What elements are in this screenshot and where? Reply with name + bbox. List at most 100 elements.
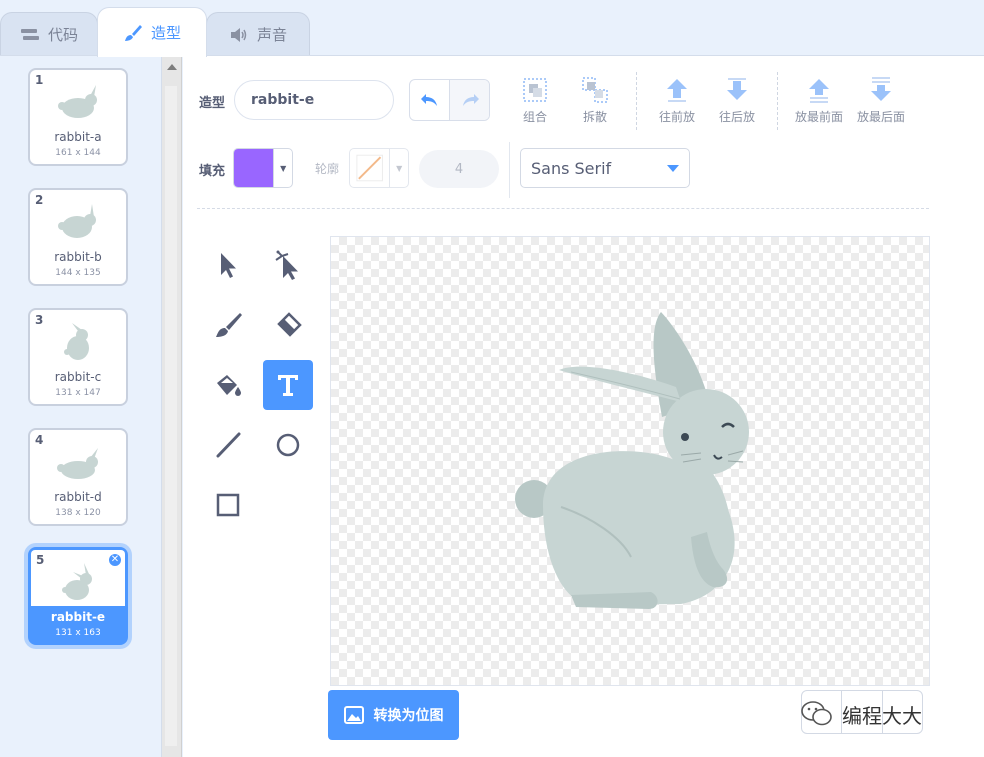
front-button[interactable]: 放最前面 — [789, 76, 849, 125]
editor-tab-bar: 代码 造型 声音 — [0, 0, 984, 57]
group-icon — [523, 78, 547, 102]
fill-label: 填充 — [199, 164, 226, 179]
undo-redo-group — [409, 79, 490, 121]
outline-color-picker[interactable]: ▼ — [349, 148, 409, 188]
costume-size: 131 x 147 — [55, 388, 101, 398]
costume-number: 2 — [35, 193, 44, 207]
costume-number: 1 — [35, 73, 44, 87]
reshape-icon — [275, 250, 298, 280]
paintbrush-icon — [124, 24, 142, 41]
fill-tool[interactable] — [203, 360, 253, 410]
costume-list: 1 rabbit-a 161 x 144 2 rabbit-b 144 x 13… — [0, 56, 162, 757]
reshape-tool[interactable] — [263, 240, 313, 290]
ungroup-icon — [582, 77, 608, 103]
backward-icon — [727, 78, 747, 100]
costume-number: 4 — [35, 433, 44, 447]
costume-item[interactable]: 4 rabbit-d 138 x 120 — [28, 428, 128, 526]
toolbar-separator — [777, 72, 778, 130]
send-to-back-icon — [871, 77, 891, 101]
costume-item[interactable]: 1 rabbit-a 161 x 144 — [28, 68, 128, 166]
costume-name: rabbit-d — [54, 490, 102, 504]
tab-sound-label: 声音 — [256, 26, 287, 44]
costume-size: 138 x 120 — [55, 508, 101, 518]
costume-name-input[interactable] — [234, 80, 394, 120]
speaker-icon — [230, 27, 247, 42]
costume-item[interactable]: 3 rabbit-c 131 x 147 — [28, 308, 128, 406]
text-tool[interactable] — [263, 360, 313, 410]
outline-dropdown-icon[interactable]: ▼ — [389, 149, 408, 187]
costume-number: 5 — [36, 553, 45, 567]
costume-item-selected[interactable]: 5 ✕ rabbit-e 131 x 163 — [28, 547, 128, 645]
back-button[interactable]: 放最后面 — [851, 76, 911, 125]
costume-name: rabbit-b — [54, 250, 102, 264]
paint-bucket-icon — [217, 375, 241, 396]
paint-editor: 造型 组合 拆散 — [183, 56, 984, 757]
outline-label: 轮廓 — [315, 162, 340, 176]
backward-button[interactable]: 往后放 — [707, 76, 767, 125]
group-button[interactable]: 组合 — [505, 76, 565, 125]
code-blocks-icon — [20, 28, 39, 40]
toolbar-divider — [197, 208, 929, 209]
line-icon — [216, 432, 241, 458]
rabbit-thumbnail-icon — [57, 448, 98, 479]
paint-canvas[interactable] — [330, 236, 930, 686]
line-tool[interactable] — [203, 420, 253, 470]
fill-dropdown-icon[interactable]: ▼ — [273, 149, 292, 187]
dropdown-caret-icon — [667, 164, 679, 172]
back-label: 放最后面 — [856, 110, 905, 124]
costume-name-label: 造型 — [199, 96, 226, 111]
bitmap-image-icon — [343, 706, 364, 724]
backward-label: 往后放 — [718, 110, 755, 124]
scroll-thumb[interactable] — [165, 86, 177, 746]
rabbit-thumbnail-icon — [58, 85, 97, 118]
watermark-text: 编程大大 — [842, 703, 922, 728]
stroke-width-input[interactable]: 4 — [419, 150, 499, 188]
font-dropdown[interactable]: Sans Serif — [520, 148, 690, 188]
forward-icon — [667, 79, 687, 102]
rabbit-thumbnail-icon — [64, 323, 89, 360]
ungroup-button[interactable]: 拆散 — [565, 76, 625, 125]
eraser-icon — [277, 312, 302, 337]
tab-code-label: 代码 — [47, 26, 78, 44]
tab-sound[interactable]: 声音 — [206, 12, 310, 56]
rectangle-tool[interactable] — [203, 480, 253, 530]
tab-code[interactable]: 代码 — [0, 12, 98, 56]
rectangle-icon — [216, 493, 240, 517]
undo-button[interactable] — [410, 80, 450, 120]
redo-button[interactable] — [450, 80, 489, 120]
font-name: Sans Serif — [531, 158, 612, 178]
costume-item[interactable]: 2 rabbit-b 144 x 135 — [28, 188, 128, 286]
costume-name: rabbit-e — [50, 610, 106, 624]
costume-size: 144 x 135 — [55, 268, 101, 278]
forward-label: 往前放 — [658, 110, 695, 124]
forward-button[interactable]: 往前放 — [647, 76, 707, 125]
delete-costume-icon[interactable]: ✕ — [107, 552, 123, 568]
toolbar-separator — [636, 72, 637, 130]
fill-color-picker[interactable]: ▼ — [233, 148, 293, 188]
undo-icon — [420, 94, 437, 106]
convert-to-bitmap-button[interactable]: 转换为位图 — [328, 690, 459, 740]
costume-size: 131 x 163 — [55, 628, 101, 638]
costume-name: rabbit-c — [54, 370, 102, 384]
convert-to-bitmap-label: 转换为位图 — [373, 708, 444, 724]
eraser-tool[interactable] — [263, 300, 313, 350]
circle-tool[interactable] — [263, 420, 313, 470]
costume-size: 161 x 144 — [55, 148, 101, 158]
brush-icon — [216, 313, 242, 337]
bring-to-front-icon — [809, 79, 829, 103]
watermark: 编程大大 — [800, 694, 922, 734]
costume-list-scrollbar[interactable] — [162, 56, 182, 757]
costume-number: 3 — [35, 313, 44, 327]
costume-name: rabbit-a — [54, 130, 102, 144]
select-arrow-icon — [221, 253, 236, 278]
brush-tool[interactable] — [203, 300, 253, 350]
scroll-up-icon[interactable] — [167, 64, 177, 70]
wechat-icon — [801, 701, 832, 726]
tab-costume[interactable]: 造型 — [97, 7, 207, 57]
rabbit-thumbnail-icon — [62, 563, 92, 600]
tab-costume-label: 造型 — [150, 24, 181, 42]
ungroup-label: 拆散 — [582, 110, 607, 124]
circle-icon — [276, 433, 300, 457]
select-tool[interactable] — [203, 240, 253, 290]
fill-color-swatch[interactable] — [234, 149, 274, 187]
